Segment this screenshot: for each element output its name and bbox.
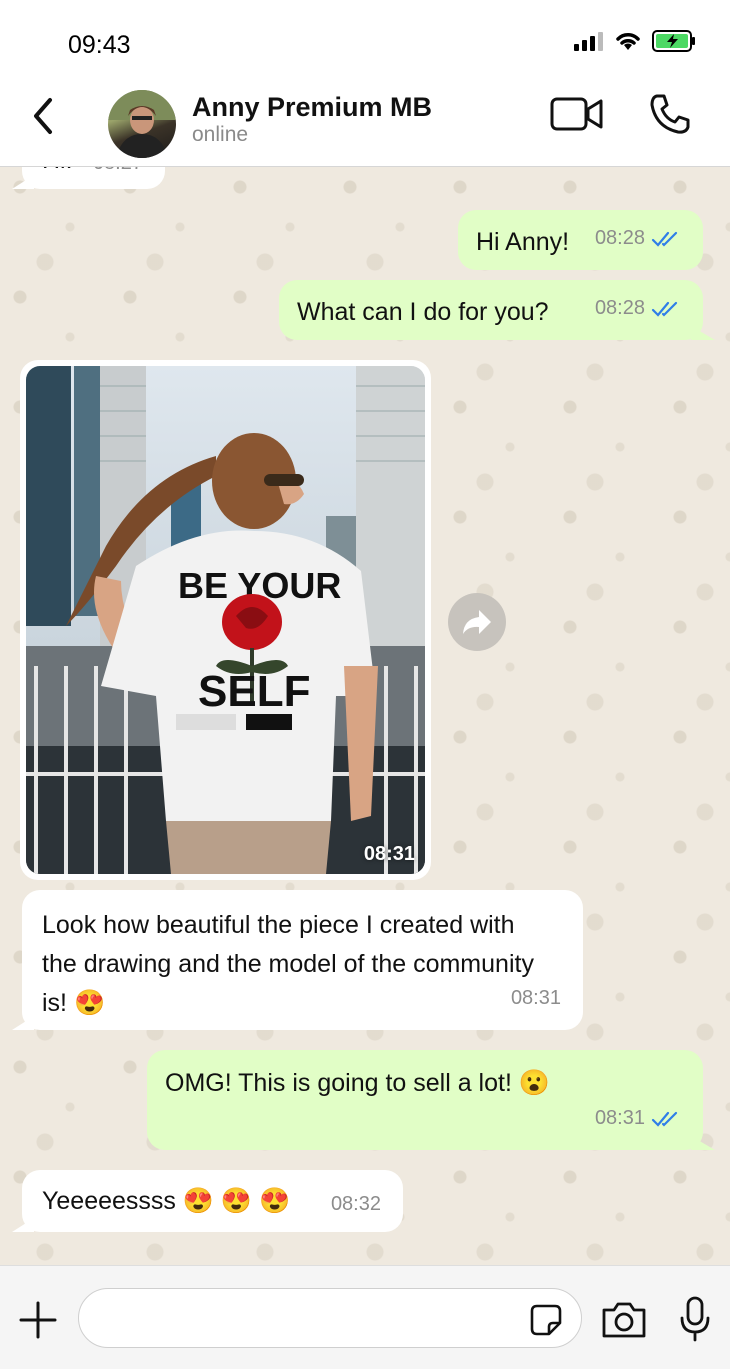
- read-ticks-icon: [651, 231, 678, 247]
- back-arrow-icon[interactable]: [28, 94, 58, 138]
- status-bar: 09:43: [0, 0, 730, 80]
- chat-area[interactable]: Hi! 08:27 Hi Anny! 08:28 What can I do f…: [0, 167, 730, 1265]
- camera-icon[interactable]: [600, 1300, 648, 1340]
- chat-header: Anny Premium MB online: [0, 80, 730, 167]
- message-outgoing[interactable]: OMG! This is going to sell a lot! 😮 08:3…: [147, 1050, 715, 1150]
- read-ticks-icon: [651, 1111, 678, 1127]
- status-icons: [574, 30, 696, 52]
- message-incoming[interactable]: Look how beautiful the piece I created w…: [12, 890, 583, 1030]
- message-text: What can I do for you?: [297, 298, 549, 326]
- message-text: Look how beautiful the piece I created w…: [42, 911, 534, 1017]
- message-image[interactable]: BE YOUR SELF 08:31: [20, 360, 431, 880]
- shirt-text-2: SELF: [198, 667, 310, 716]
- sticker-icon[interactable]: [529, 1303, 563, 1337]
- read-ticks-icon: [651, 301, 678, 317]
- image-time: 08:31: [363, 843, 415, 865]
- message-time: 08:31: [510, 987, 561, 1009]
- message-composer: [0, 1265, 730, 1369]
- plus-icon[interactable]: [18, 1300, 58, 1340]
- message-text: Hi Anny!: [476, 228, 570, 256]
- message-time: 08:28: [594, 227, 645, 249]
- message-time: 08:27: [93, 167, 143, 183]
- message-time: 08:28: [594, 297, 645, 319]
- battery-icon: [652, 30, 695, 52]
- message-input[interactable]: [99, 1301, 523, 1337]
- wifi-icon: [616, 33, 640, 50]
- message-outgoing[interactable]: What can I do for you? 08:28: [279, 280, 715, 340]
- forward-button[interactable]: [448, 593, 506, 651]
- avatar[interactable]: [108, 90, 176, 158]
- message-time: 08:32: [330, 1193, 381, 1215]
- message-incoming[interactable]: Hi! 08:27: [12, 167, 165, 189]
- status-time: 09:43: [68, 31, 131, 59]
- message-text: OMG! This is going to sell a lot! 😮: [165, 1069, 550, 1097]
- contact-name[interactable]: Anny Premium MB: [192, 92, 432, 123]
- message-incoming[interactable]: Yeeeeessss 😍 😍 😍 08:32: [12, 1170, 403, 1232]
- phone-icon[interactable]: [648, 92, 692, 136]
- message-input-container[interactable]: [78, 1288, 582, 1348]
- microphone-icon[interactable]: [678, 1296, 712, 1342]
- signal-icon: [574, 32, 603, 51]
- message-text: Hi!: [42, 167, 73, 180]
- message-text: Yeeeeessss 😍 😍 😍: [42, 1187, 291, 1215]
- message-time: 08:31: [594, 1107, 645, 1129]
- video-call-icon[interactable]: [550, 94, 604, 134]
- shared-photo[interactable]: BE YOUR SELF 08:31: [26, 366, 425, 874]
- contact-status: online: [192, 123, 249, 146]
- message-outgoing[interactable]: Hi Anny! 08:28: [458, 210, 703, 270]
- forward-icon: [463, 610, 491, 634]
